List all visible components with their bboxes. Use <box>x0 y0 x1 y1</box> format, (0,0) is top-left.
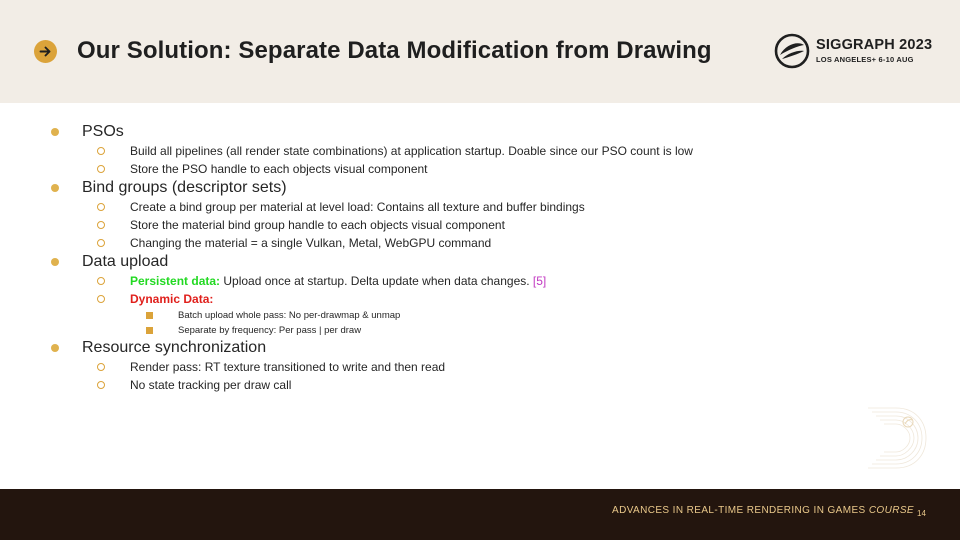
sub-bullet-text: Render pass: RT texture transitioned to … <box>130 360 446 374</box>
sub-sub-bullet-text: Separate by frequency: Per pass | per dr… <box>178 325 362 336</box>
course-text: ADVANCES IN REAL-TIME RENDERING IN GAMES <box>612 505 869 516</box>
persistent-data-text: Upload once at startup. Delta update whe… <box>220 274 533 288</box>
bullet-ring <box>97 147 105 155</box>
slide-header: Our Solution: Separate Data Modification… <box>0 0 960 103</box>
sub-sub-bullet: Batch upload whole pass: No per-drawmap … <box>0 308 960 323</box>
siggraph-logo: SIGGRAPH 2023 LOS ANGELES+ 6-10 AUG <box>774 33 934 71</box>
citation-link[interactable]: [5] <box>533 274 546 288</box>
sub-bullet: Store the PSO handle to each objects vis… <box>0 160 960 178</box>
bullet-ring <box>97 277 105 285</box>
bullet-square <box>146 312 153 319</box>
bullet-psos: PSOs <box>0 122 960 142</box>
slide-title: Our Solution: Separate Data Modification… <box>77 37 712 64</box>
bullet-bind-groups: Bind groups (descriptor sets) <box>0 178 960 198</box>
bullet-ring <box>97 239 105 247</box>
bullet-dot <box>51 128 59 136</box>
sub-sub-bullet-text: Batch upload whole pass: No per-drawmap … <box>178 310 401 321</box>
sub-bullet-text: Store the PSO handle to each objects vis… <box>130 162 428 176</box>
bullet-label: Data upload <box>82 253 169 270</box>
bullet-dot <box>51 184 59 192</box>
bullet-resource-sync: Resource synchronization <box>0 338 960 358</box>
bullet-label: Resource synchronization <box>82 339 267 356</box>
bullet-ring <box>97 363 105 371</box>
bullet-ring <box>97 295 105 303</box>
sub-bullet: No state tracking per draw call <box>0 376 960 394</box>
sub-bullet: Render pass: RT texture transitioned to … <box>0 358 960 376</box>
siggraph-logo-icon <box>774 33 810 69</box>
logo-subtitle: LOS ANGELES+ 6-10 AUG <box>816 55 914 64</box>
course-em: COURSE <box>868 505 914 516</box>
bullet-ring <box>97 165 105 173</box>
sub-bullet: Store the material bind group handle to … <box>0 216 960 234</box>
bullet-ring <box>97 203 105 211</box>
sub-bullet: Build all pipelines (all render state co… <box>0 142 960 160</box>
sub-bullet-text: No state tracking per draw call <box>130 378 292 392</box>
bullet-ring <box>97 221 105 229</box>
bullet-list: PSOs Build all pipelines (all render sta… <box>0 122 960 394</box>
arrow-right-icon <box>34 40 57 63</box>
sub-bullet-text: Store the material bind group handle to … <box>130 218 505 232</box>
sub-sub-bullet: Separate by frequency: Per pass | per dr… <box>0 323 960 338</box>
sub-bullet-persistent: Persistent data: Upload once at startup.… <box>0 272 960 290</box>
decorative-watermark-icon <box>868 407 927 469</box>
bullet-dot <box>51 258 59 266</box>
sub-bullet: Changing the material = a single Vulkan,… <box>0 234 960 252</box>
sub-bullet-text: Changing the material = a single Vulkan,… <box>130 236 492 250</box>
bullet-ring <box>97 381 105 389</box>
logo-name: SIGGRAPH 2023 <box>816 37 933 53</box>
bullet-label: Bind groups (descriptor sets) <box>82 179 287 196</box>
bullet-square <box>146 327 153 334</box>
slide-footer: ADVANCES IN REAL-TIME RENDERING IN GAMES… <box>0 489 960 540</box>
sub-bullet-text: Build all pipelines (all render state co… <box>130 144 693 158</box>
bullet-dot <box>51 344 59 352</box>
sub-bullet: Create a bind group per material at leve… <box>0 198 960 216</box>
page-number: 14 <box>917 509 926 518</box>
sub-bullet-dynamic: Dynamic Data: <box>0 290 960 308</box>
dynamic-data-label: Dynamic Data: <box>130 292 214 306</box>
course-name: ADVANCES IN REAL-TIME RENDERING IN GAMES… <box>612 505 914 516</box>
sub-bullet-text: Create a bind group per material at leve… <box>130 200 585 214</box>
bullet-label: PSOs <box>82 123 124 140</box>
persistent-data-label: Persistent data: <box>130 274 221 288</box>
bullet-data-upload: Data upload <box>0 252 960 272</box>
